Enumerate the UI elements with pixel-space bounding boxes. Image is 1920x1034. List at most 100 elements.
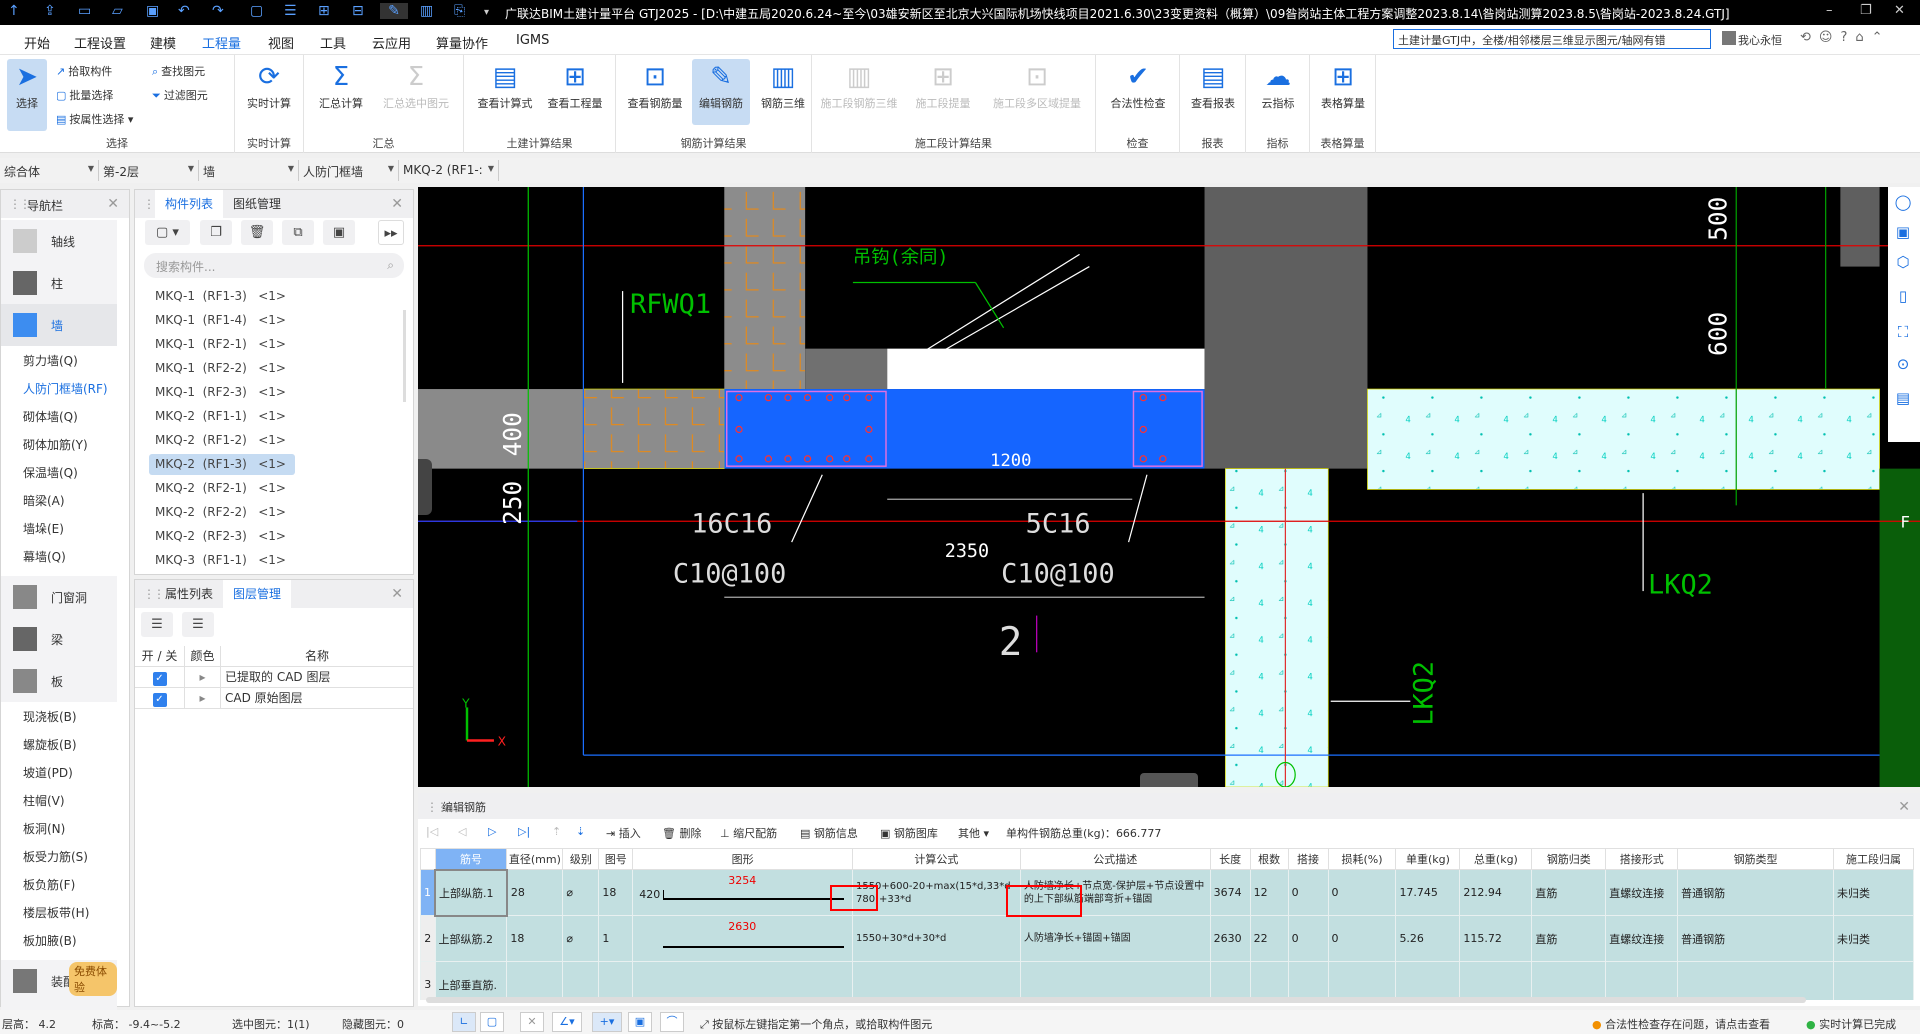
cell-name[interactable]: 上部纵筋.1 [434, 868, 508, 917]
dynamic-input-icon[interactable]: +▾ [592, 1012, 622, 1032]
cell-cat[interactable]: 直筋 [1531, 869, 1607, 916]
view-icon[interactable]: ▢ [250, 3, 263, 19]
cell-grade[interactable]: ⌀ [562, 915, 600, 962]
cell-stage[interactable]: 未归类 [1832, 915, 1914, 962]
expand-icon[interactable]: ▸ [185, 688, 221, 708]
avatar[interactable] [1722, 31, 1736, 45]
cell-len[interactable]: 3674 [1209, 869, 1251, 916]
view-formula-button[interactable]: ▤ 查看计算式 [472, 59, 538, 125]
arc-icon[interactable]: ⌒ [660, 1012, 684, 1032]
next-icon[interactable]: ▷ [488, 825, 496, 838]
cell-grade[interactable] [562, 961, 600, 1000]
cell-desc[interactable]: 人防墙净长+锚固+锚固 [1019, 915, 1211, 962]
cell-cat[interactable]: 直筋 [1531, 915, 1607, 962]
tab-start[interactable]: 开始 [24, 33, 50, 52]
customize-dropdown-icon[interactable]: ▾ [484, 7, 489, 18]
insert-button[interactable]: ⇥ 插入 [606, 825, 641, 841]
tab-view[interactable]: 视图 [268, 33, 294, 52]
help-icons[interactable]: ⟲☺?⌂⌃ [1800, 30, 1891, 45]
floor-select[interactable]: 第-2层 ▼ [99, 160, 199, 181]
edit-rebar-quick-icon[interactable]: ✎ [380, 3, 408, 19]
close-icon[interactable]: ✕ [391, 196, 403, 212]
cad-drawing[interactable]: 4⊿ RFWQ1 吊钩(余同) 1200 16C16 C10@100 5C16 … [418, 187, 1920, 787]
close-button[interactable]: ✕ [1894, 3, 1905, 18]
zoom-fit-icon[interactable]: ⊙ [1888, 355, 1918, 381]
rotate-view-icon[interactable]: ◯ [1888, 193, 1918, 219]
nav-item[interactable]: 板受力筋(S) [23, 848, 88, 865]
cell-fig[interactable]: 18 [598, 869, 634, 916]
col-header[interactable]: 搭接形式 [1605, 848, 1679, 870]
table-row[interactable]: 2 上部纵筋.2 18 ⌀ 1 2630 1550+30*d+30*d 人防墙净长+锚固+锚固… [420, 915, 1914, 962]
export-icon[interactable]: ⎘ [454, 3, 465, 19]
cell-total_w[interactable]: 115.72 [1459, 915, 1533, 962]
copy-icon[interactable]: ❐ [200, 220, 232, 245]
col-header[interactable]: 直径(mm) [506, 848, 564, 870]
tab-quantity[interactable]: 工程量 [202, 33, 242, 57]
cell-lap[interactable]: 0 [1287, 915, 1329, 962]
cell-cat[interactable] [1531, 961, 1607, 1000]
nav-item[interactable]: 幕墙(Q) [23, 548, 66, 565]
cell-count[interactable]: 12 [1249, 869, 1289, 916]
nav-item[interactable]: 保温墙(Q) [23, 464, 78, 481]
redo-icon[interactable]: ↷ [212, 3, 224, 19]
cell-loss[interactable]: 0 [1327, 869, 1397, 916]
find-element-button[interactable]: ⌕ 查找图元 [152, 63, 205, 79]
tab-tools[interactable]: 工具 [320, 33, 346, 52]
cell-fig[interactable]: 1 [598, 915, 634, 962]
cell-name[interactable]: 上部纵筋.2 [434, 915, 508, 962]
stage-multi-area-button[interactable]: ⊡ 施工段多区域提量 [984, 59, 1090, 125]
stage-rebar-3d-button[interactable]: ▥ 施工段钢筋三维 [816, 59, 902, 125]
cell-formula[interactable]: 1550+30*d+30*d [851, 915, 1021, 962]
move-down-icon[interactable]: ⇣ [576, 825, 585, 838]
save-icon[interactable]: ▣ [146, 3, 159, 19]
nav-item[interactable]: 人防门框墙(RF) [23, 380, 108, 397]
last-icon[interactable]: ▷| [518, 825, 530, 838]
display-mode-icon[interactable]: ▯ [1888, 287, 1918, 313]
nav-item[interactable]: 板洞(N) [23, 820, 65, 837]
tab-cloud[interactable]: 云应用 [372, 33, 411, 52]
other-dropdown[interactable]: 其他 ▾ [958, 825, 989, 841]
col-header[interactable]: 钢筋类型 [1677, 848, 1834, 870]
cell-grade[interactable]: ⌀ [562, 869, 600, 916]
component-item[interactable]: MKQ-1 (RF2-3) <1> [149, 382, 295, 403]
open-folder-icon[interactable]: ▱ [112, 3, 123, 19]
open-file-icon[interactable]: ▭ [78, 3, 91, 19]
user-name[interactable]: 我心永恒 [1738, 32, 1782, 48]
cell-desc[interactable] [1019, 961, 1211, 1000]
grid-icon[interactable]: ⊟ [352, 3, 364, 19]
rebar-3d-button[interactable]: ▥ 钢筋三维 [754, 59, 812, 125]
cell-unit_w[interactable]: 17.745 [1395, 869, 1461, 916]
view-rebar-qty-button[interactable]: ⊡ 查看钢筋量 [622, 59, 688, 125]
cube-view-icon[interactable]: ⬡ [1888, 253, 1918, 279]
col-header[interactable]: 筋号 [434, 848, 508, 870]
cell-stage[interactable] [1832, 961, 1914, 1000]
nav-group-door[interactable]: 门窗洞 [1, 576, 117, 618]
collapse-bottom-handle[interactable] [1140, 773, 1198, 787]
legality-check-button[interactable]: ✔ 合法性检查 [1101, 59, 1175, 125]
nav-item[interactable]: 墙垛(E) [23, 520, 64, 537]
col-header[interactable]: 损耗(%) [1327, 848, 1397, 870]
component-item[interactable]: MKQ-2 (RF2-3) <1> [149, 526, 295, 547]
pick-component-button[interactable]: ↗ 拾取构件 [56, 63, 112, 79]
cell-stage[interactable]: 未归类 [1832, 869, 1914, 916]
cell-unit_w[interactable] [1395, 961, 1461, 1000]
show-layer-icon[interactable]: ☰ [141, 612, 173, 637]
nav-item[interactable]: 砌体加筋(Y) [23, 436, 88, 453]
cell-lap_type[interactable]: 直螺纹连接 [1605, 915, 1679, 962]
view-report-button[interactable]: ▤ 查看报表 [1184, 59, 1242, 125]
delete-button[interactable]: 🗑 删除 [662, 825, 701, 841]
cell-formula[interactable] [851, 961, 1021, 1000]
nav-group-column[interactable]: 柱 [1, 262, 117, 304]
delete-icon[interactable]: 🗑 [241, 220, 273, 245]
col-header[interactable]: 钢筋归类 [1531, 848, 1607, 870]
help-search-input[interactable]: 土建计量GTJ中，全楼/相邻楼层三维显示图元/轴网有错 [1393, 29, 1711, 49]
layer-toggle-checkbox[interactable]: ✓ [135, 688, 185, 708]
table-row[interactable]: 3 上部垂直筋. [420, 961, 1914, 1000]
batch-select-button[interactable]: ▢ 批量选择 [56, 87, 113, 103]
layer-list-icon[interactable]: ▤ [1888, 389, 1918, 415]
col-header[interactable]: 根数 [1249, 848, 1289, 870]
nav-item[interactable]: 楼层板带(H) [23, 904, 89, 921]
edit-rebar-button[interactable]: ✎ 编辑钢筋 [692, 59, 750, 125]
component-item[interactable]: MKQ-3 (RF1-1) <1> [149, 550, 295, 571]
close-icon[interactable]: ✕ [1898, 799, 1910, 815]
